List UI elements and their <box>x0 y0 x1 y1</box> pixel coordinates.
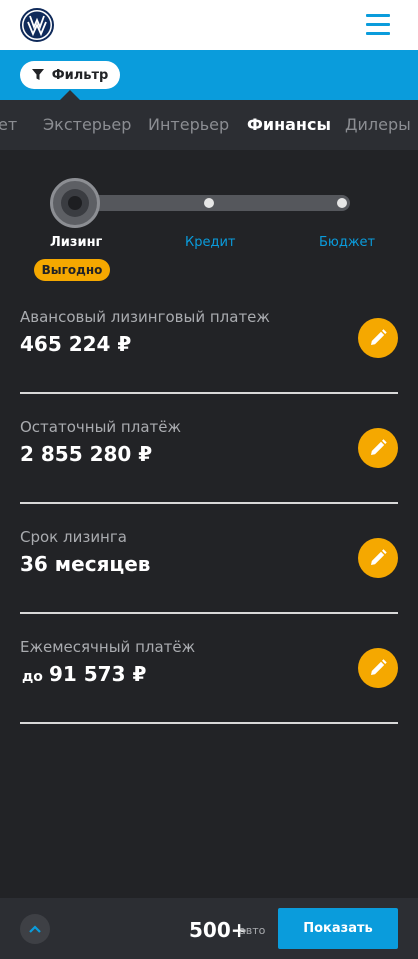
hamburger-menu-icon[interactable] <box>366 14 390 36</box>
option-credit[interactable]: Кредит <box>185 235 236 250</box>
edit-button[interactable] <box>358 648 398 688</box>
value-prefix: до <box>22 669 43 685</box>
vw-logo-icon[interactable] <box>20 8 54 42</box>
chevron-up-icon <box>29 925 41 933</box>
tab-exterior[interactable]: Экстерьер <box>43 115 131 134</box>
tab-finance[interactable]: Финансы <box>247 115 331 134</box>
edit-button[interactable] <box>358 318 398 358</box>
residual-payment-row: Остаточный платёж 2 855 280 ₽ <box>20 418 398 528</box>
tab-dealers[interactable]: Дилеры <box>345 115 411 134</box>
bottom-bar: 500+ авто Показать <box>0 898 418 959</box>
value-text: 91 573 ₽ <box>48 662 147 686</box>
results-unit: авто <box>239 924 266 937</box>
slider-handle[interactable] <box>50 178 100 228</box>
row-label: Ежемесячный платёж <box>20 638 196 656</box>
slider-stop-budget[interactable] <box>337 198 347 208</box>
profitable-badge: Выгодно <box>34 259 110 281</box>
app-header <box>0 0 418 50</box>
value-text: 465 224 ₽ <box>20 332 132 356</box>
value-text: 36 месяцев <box>20 552 151 576</box>
row-value: 465 224 ₽ <box>20 332 131 356</box>
row-label: Авансовый лизинговый платеж <box>20 308 270 326</box>
scroll-up-button[interactable] <box>20 914 50 944</box>
leasing-term-row: Срок лизинга 36 месяцев <box>20 528 398 638</box>
pencil-icon <box>371 549 387 565</box>
section-tabs: ет Экстерьер Интерьер Финансы Дилеры <box>0 100 418 150</box>
divider <box>20 612 398 614</box>
finance-mode-slider[interactable] <box>50 178 354 228</box>
funnel-icon <box>31 69 44 80</box>
advance-payment-row: Авансовый лизинговый платеж 465 224 ₽ <box>20 308 398 418</box>
show-results-button[interactable]: Показать <box>278 908 398 949</box>
pencil-icon <box>371 329 387 345</box>
divider <box>20 502 398 504</box>
filter-button-label: Фильтр <box>51 67 109 83</box>
tab-interior[interactable]: Интерьер <box>148 115 229 134</box>
row-label: Срок лизинга <box>20 528 127 546</box>
option-leasing[interactable]: Лизинг <box>50 235 102 250</box>
row-value: до 91 573 ₽ <box>20 662 146 686</box>
value-text: 2 855 280 ₽ <box>20 442 153 466</box>
option-budget[interactable]: Бюджет <box>319 235 375 250</box>
slider-stop-credit[interactable] <box>204 198 214 208</box>
pencil-icon <box>371 659 387 675</box>
edit-button[interactable] <box>358 428 398 468</box>
row-label: Остаточный платёж <box>20 418 181 436</box>
monthly-payment-row: Ежемесячный платёж до 91 573 ₽ <box>20 638 398 748</box>
filter-button[interactable]: Фильтр <box>20 61 120 89</box>
edit-button[interactable] <box>358 538 398 578</box>
pencil-icon <box>371 439 387 455</box>
filter-pointer <box>60 90 80 100</box>
row-value: 36 месяцев <box>20 552 150 576</box>
divider <box>20 392 398 394</box>
row-value: 2 855 280 ₽ <box>20 442 152 466</box>
divider <box>20 722 398 724</box>
tab-partial[interactable]: ет <box>0 115 17 134</box>
